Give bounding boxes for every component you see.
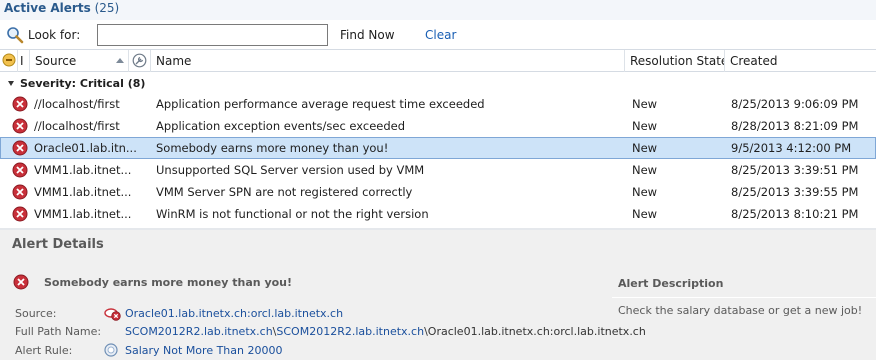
alert-row[interactable]: //localhost/first Application performanc… [0,93,876,115]
column-header-created[interactable]: Created [725,50,876,72]
alert-name: Unsupported SQL Server version used by V… [156,163,425,177]
alert-count: (25) [94,1,120,15]
alert-name: Application exception events/sec exceede… [156,119,406,133]
alert-created: 8/25/2013 3:39:51 PM [731,163,859,177]
alert-row[interactable]: VMM1.lab.itnet... VMM Server SPN are not… [0,181,876,203]
alert-source: VMM1.lab.itnet... [34,185,132,199]
group-label: Severity: Critical (8) [20,77,146,90]
alert-state: New [632,97,658,111]
full-path-value: SCOM2012R2.lab.itnetx.ch\SCOM2012R2.lab.… [125,325,646,338]
alert-created: 9/5/2013 4:12:00 PM [731,141,852,155]
source-label: Source: [15,307,57,320]
alert-state: New [632,185,658,199]
critical-error-icon [12,140,28,156]
severity-group-header[interactable]: Severity: Critical (8) [0,73,876,93]
state-icon [2,53,16,67]
sort-ascending-icon [116,58,124,63]
alert-created: 8/25/2013 3:39:55 PM [731,185,859,199]
alert-created: 8/25/2013 9:06:09 PM [731,97,859,111]
alert-row[interactable]: //localhost/first Application exception … [0,115,876,137]
details-title: Alert Details [12,237,104,252]
alert-rule-link[interactable]: Salary Not More Than 20000 [125,344,282,357]
alert-name: WinRM is not functional or not the right… [156,207,429,221]
title-bar: Active Alerts (25) [0,0,876,20]
column-header-maintenance[interactable] [129,50,151,72]
alert-name: Somebody earns more money than you! [156,141,389,155]
critical-error-icon [12,184,28,200]
alert-created: 8/28/2013 8:21:09 PM [731,119,859,133]
critical-error-icon [12,206,28,222]
rule-icon [104,343,118,357]
search-icon [7,27,24,44]
window-title: Active Alerts (25) [4,1,120,15]
alert-state: New [632,163,658,177]
alert-rule-label: Alert Rule: [15,344,73,357]
maintenance-icon [132,53,147,68]
alert-row[interactable]: VMM1.lab.itnet... WinRM is not functiona… [0,203,876,225]
alert-name: Application performance average request … [156,97,485,111]
full-path-label: Full Path Name: [15,325,102,338]
column-header-source[interactable]: Source [30,50,129,72]
column-source-label: Source [35,54,77,68]
search-bar: Look for: Find Now Clear [0,20,876,49]
look-for-label: Look for: [28,28,81,42]
details-subject: Somebody earns more money than you! [44,276,293,289]
column-header-name[interactable]: Name [151,50,625,72]
full-path-rest: Oracle01.lab.itnetx.ch:orcl.lab.itnetx.c… [427,325,646,338]
description-divider [612,297,876,298]
critical-error-icon [12,118,28,134]
critical-error-icon [13,274,29,290]
alert-state: New [632,141,658,155]
alert-row-selected[interactable]: Oracle01.lab.itn... Somebody earns more … [0,137,876,159]
alert-state: New [632,207,658,221]
collapse-triangle-icon[interactable] [8,80,14,86]
alert-details-pane: Alert Details Somebody earns more money … [0,230,876,360]
find-now-button[interactable]: Find Now [340,28,395,42]
critical-error-icon [12,162,28,178]
column-header-state-icon[interactable] [0,50,18,72]
description-text: Check the salary database or get a new j… [618,304,863,317]
source-critical-icon [104,308,121,321]
description-title: Alert Description [618,277,724,290]
column-header-icon[interactable]: I [18,50,30,72]
alert-source: //localhost/first [34,119,120,133]
source-link[interactable]: Oracle01.lab.itnetx.ch:orcl.lab.itnetx.c… [125,307,343,320]
alert-state: New [632,119,658,133]
grid-header: I Source Name Resolution State Created [0,49,876,72]
alert-name: VMM Server SPN are not registered correc… [156,185,413,199]
critical-error-icon [12,96,28,112]
full-path-link-1[interactable]: SCOM2012R2.lab.itnetx.ch [125,325,273,338]
alert-created: 8/25/2013 8:10:21 PM [731,207,859,221]
full-path-link-2[interactable]: SCOM2012R2.lab.itnetx.ch [276,325,424,338]
alert-row[interactable]: VMM1.lab.itnet... Unsupported SQL Server… [0,159,876,181]
alerts-list: //localhost/first Application performanc… [0,93,876,225]
alert-source: Oracle01.lab.itn... [34,141,137,155]
column-header-resolution-state[interactable]: Resolution State [625,50,725,72]
alert-source: VMM1.lab.itnet... [34,163,132,177]
search-input[interactable] [97,24,328,46]
alert-source: //localhost/first [34,97,120,111]
clear-link[interactable]: Clear [425,28,456,42]
alert-source: VMM1.lab.itnet... [34,207,132,221]
